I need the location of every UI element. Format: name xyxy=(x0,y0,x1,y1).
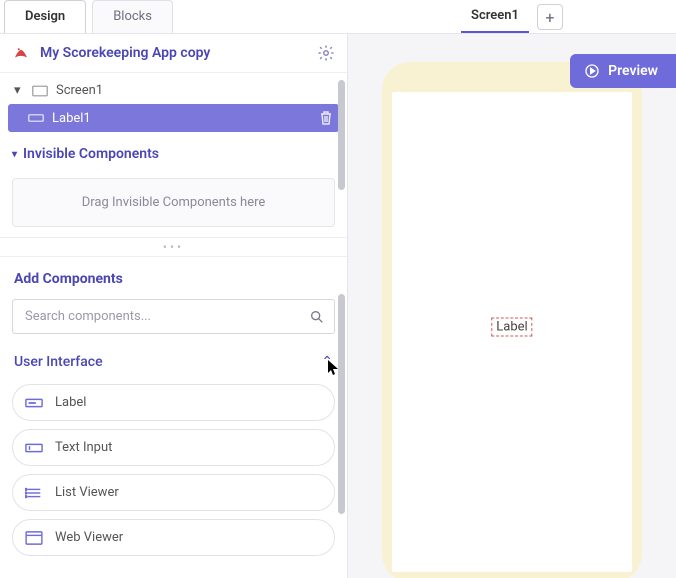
screen-icon xyxy=(32,85,48,97)
screen-tab[interactable]: Screen1 xyxy=(461,0,529,33)
tab-blocks[interactable]: Blocks xyxy=(92,0,173,33)
app-logo-icon xyxy=(12,44,30,62)
tree-label-component: Label1 xyxy=(52,111,311,126)
component-item-text-input[interactable]: Text Input xyxy=(12,429,335,466)
add-components-title: Add Components xyxy=(0,257,347,295)
search-icon xyxy=(309,309,325,325)
scrollbar-thumb-lower[interactable] xyxy=(338,294,345,514)
invisible-components-title: Invisible Components xyxy=(23,146,159,162)
project-title: My Scorekeeping App copy xyxy=(40,45,210,61)
category-label: User Interface xyxy=(14,354,103,370)
device-screen[interactable]: Label xyxy=(392,92,632,572)
category-user-interface[interactable]: User Interface ⌃ xyxy=(0,346,347,380)
search-input[interactable] xyxy=(12,299,335,334)
invisible-drop-zone[interactable]: Drag Invisible Components here xyxy=(12,178,335,227)
preview-button[interactable]: Preview xyxy=(570,54,676,88)
caret-down-icon: ▾ xyxy=(14,83,24,98)
trash-icon[interactable] xyxy=(319,110,333,126)
invisible-components-header[interactable]: ▾ Invisible Components xyxy=(0,136,347,172)
tree-row-screen[interactable]: ▾ Screen1 xyxy=(8,77,339,104)
component-item-text: List Viewer xyxy=(55,485,119,500)
scrollbar-thumb-upper[interactable] xyxy=(338,80,345,190)
canvas-label-element[interactable]: Label xyxy=(491,318,532,337)
component-item-list-viewer[interactable]: List Viewer xyxy=(12,474,335,511)
cursor-icon xyxy=(328,360,340,376)
tree-label-screen: Screen1 xyxy=(56,83,333,98)
caret-down-icon: ▾ xyxy=(12,149,17,160)
preview-button-label: Preview xyxy=(608,63,658,79)
web-viewer-icon xyxy=(25,531,43,545)
list-viewer-icon xyxy=(25,486,43,500)
label-component-icon xyxy=(25,396,43,410)
component-item-text: Text Input xyxy=(55,440,112,455)
plus-icon: + xyxy=(545,8,554,27)
gear-icon[interactable] xyxy=(317,44,335,62)
device-frame: Label xyxy=(382,62,642,578)
panel-resize-handle[interactable]: ••• xyxy=(0,237,347,257)
tree-row-selected-component[interactable]: Label1 xyxy=(8,104,339,132)
component-item-text: Web Viewer xyxy=(55,530,123,545)
add-screen-button[interactable]: + xyxy=(537,4,563,30)
component-item-label[interactable]: Label xyxy=(12,384,335,421)
component-item-web-viewer[interactable]: Web Viewer xyxy=(12,519,335,556)
tab-design[interactable]: Design xyxy=(4,0,86,33)
play-icon xyxy=(584,63,600,79)
label-icon xyxy=(28,112,44,124)
component-item-label-text: Label xyxy=(55,395,86,410)
text-input-icon xyxy=(25,441,43,455)
